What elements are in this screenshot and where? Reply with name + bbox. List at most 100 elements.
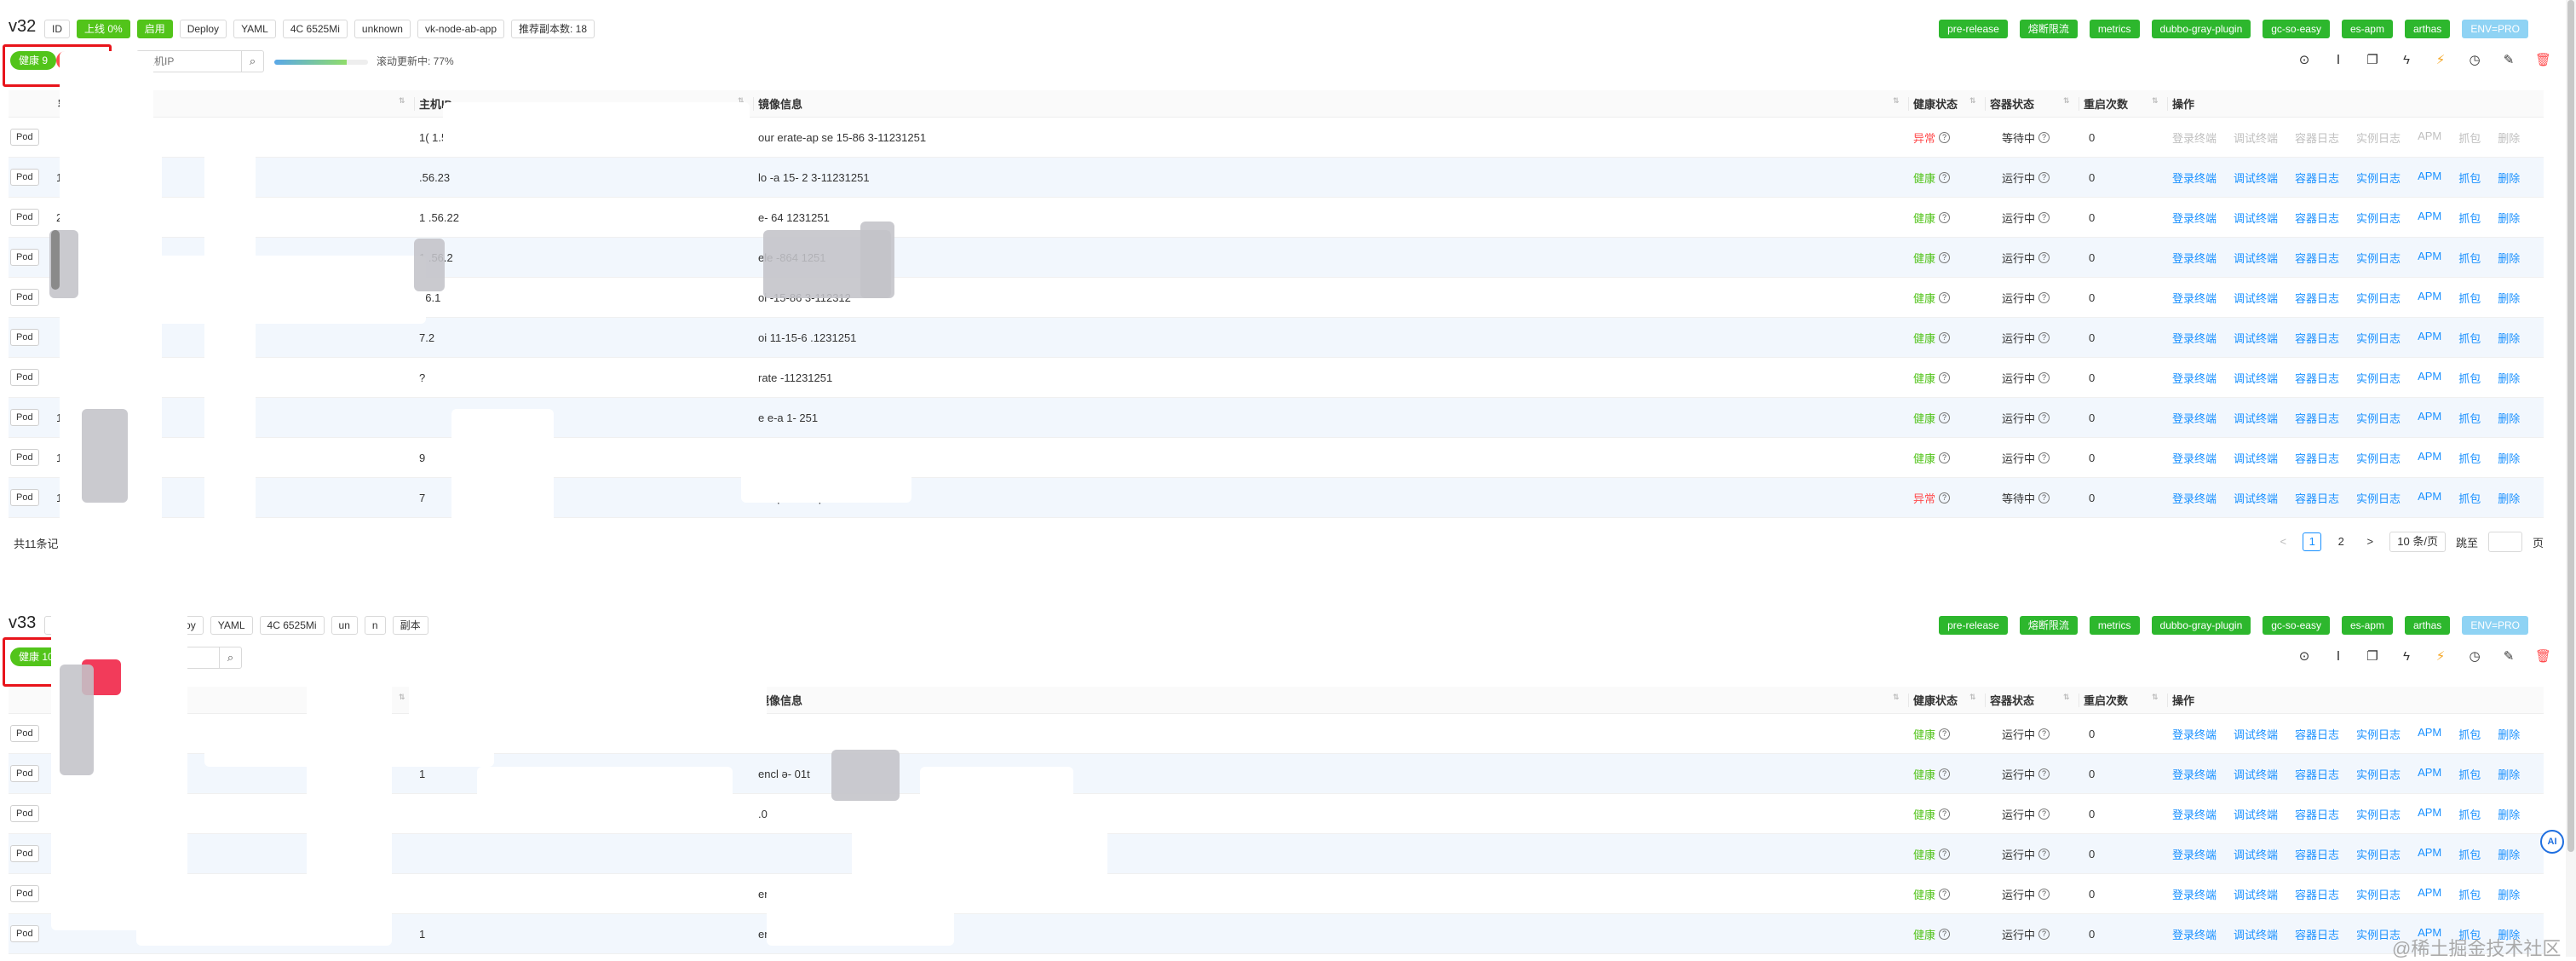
column-header[interactable]: 操作 xyxy=(2172,687,2194,713)
help-icon[interactable]: ? xyxy=(2038,331,2050,343)
action-instance-log[interactable]: 实例日志 xyxy=(2356,250,2401,266)
column-header[interactable]: 健康状态 xyxy=(1913,90,1958,117)
action-delete[interactable]: 删除 xyxy=(2498,330,2520,346)
env-tag[interactable]: 熔断限流 xyxy=(2019,20,2078,38)
search-icon[interactable]: ⌕ xyxy=(241,51,263,72)
bolt-icon[interactable]: ϟ xyxy=(2399,53,2414,68)
bolt-icon[interactable]: ϟ xyxy=(2399,649,2414,665)
env-tag[interactable]: es-apm xyxy=(2341,20,2393,38)
sort-icon[interactable]: ⇅ xyxy=(2152,97,2159,105)
sort-icon[interactable]: ⇅ xyxy=(2152,693,2159,701)
action-login-terminal[interactable]: 登录终端 xyxy=(2172,886,2217,902)
pod-button[interactable]: Pod xyxy=(10,925,39,942)
help-icon[interactable]: ? xyxy=(2038,291,2050,303)
help-icon[interactable]: ? xyxy=(2038,768,2050,780)
action-capture[interactable]: 抓包 xyxy=(2458,170,2481,186)
pod-button[interactable]: Pod xyxy=(10,209,39,226)
action-instance-log[interactable]: 实例日志 xyxy=(2356,846,2401,862)
action-apm[interactable]: APM xyxy=(2418,806,2441,822)
action-delete[interactable]: 删除 xyxy=(2498,210,2520,226)
sort-icon[interactable]: ⇅ xyxy=(2063,693,2070,701)
action-capture[interactable]: 抓包 xyxy=(2458,290,2481,306)
trash-icon[interactable]: 🗑 xyxy=(2535,649,2551,665)
edit-icon[interactable]: ✎ xyxy=(2501,649,2516,665)
prev-page-button[interactable]: < xyxy=(2274,532,2292,551)
action-delete[interactable]: 删除 xyxy=(2498,370,2520,386)
env-tag[interactable]: ENV=PRO xyxy=(2462,616,2528,635)
pod-button[interactable]: Pod xyxy=(10,369,39,386)
action-debug-terminal[interactable]: 调试终端 xyxy=(2234,726,2278,742)
action-container-log[interactable]: 容器日志 xyxy=(2295,726,2339,742)
action-apm[interactable]: APM xyxy=(2418,766,2441,782)
action-container-log[interactable]: 容器日志 xyxy=(2295,450,2339,466)
action-container-log[interactable]: 容器日志 xyxy=(2295,806,2339,822)
column-header[interactable]: 操作 xyxy=(2172,90,2194,117)
action-delete[interactable]: 删除 xyxy=(2498,806,2520,822)
action-login-terminal[interactable]: 登录终端 xyxy=(2172,806,2217,822)
text-cursor-icon[interactable]: Ⅰ xyxy=(2331,649,2346,665)
action-capture[interactable]: 抓包 xyxy=(2458,766,2481,782)
env-tag[interactable]: 熔断限流 xyxy=(2019,616,2078,635)
action-container-log[interactable]: 容器日志 xyxy=(2295,290,2339,306)
help-icon[interactable]: ? xyxy=(2038,411,2050,423)
column-header[interactable]: 健康状态 xyxy=(1913,687,1958,713)
pod-button[interactable]: Pod xyxy=(10,725,39,742)
help-icon[interactable]: ? xyxy=(2038,888,2050,900)
help-icon[interactable]: ? xyxy=(1939,211,1951,223)
action-instance-log[interactable]: 实例日志 xyxy=(2356,330,2401,346)
action-capture[interactable]: 抓包 xyxy=(2458,846,2481,862)
action-container-log[interactable]: 容器日志 xyxy=(2295,370,2339,386)
action-capture[interactable]: 抓包 xyxy=(2458,210,2481,226)
action-debug-terminal[interactable]: 调试终端 xyxy=(2234,490,2278,506)
action-login-terminal[interactable]: 登录终端 xyxy=(2172,766,2217,782)
action-login-terminal[interactable]: 登录终端 xyxy=(2172,726,2217,742)
help-icon[interactable]: ? xyxy=(2038,928,2050,940)
action-debug-terminal[interactable]: 调试终端 xyxy=(2234,250,2278,266)
action-instance-log[interactable]: 实例日志 xyxy=(2356,290,2401,306)
action-login-terminal[interactable]: 登录终端 xyxy=(2172,370,2217,386)
jump-page-input[interactable] xyxy=(2487,532,2522,552)
action-debug-terminal[interactable]: 调试终端 xyxy=(2234,886,2278,902)
sort-icon[interactable]: ⇅ xyxy=(2063,97,2070,105)
help-icon[interactable]: ? xyxy=(1939,768,1951,780)
play-circle-icon[interactable]: ⊙ xyxy=(2297,53,2312,68)
search-icon[interactable]: ⌕ xyxy=(219,647,241,668)
action-apm[interactable]: APM xyxy=(2418,370,2441,386)
version-tag[interactable]: Deploy xyxy=(179,20,227,38)
page-size-select[interactable]: 10 条/页 xyxy=(2389,532,2446,552)
sort-icon[interactable]: ⇅ xyxy=(399,97,405,105)
flash-icon[interactable]: ⚡ xyxy=(2433,53,2448,68)
help-icon[interactable]: ? xyxy=(1939,131,1951,143)
sort-icon[interactable]: ⇅ xyxy=(1893,97,1900,105)
action-login-terminal[interactable]: 登录终端 xyxy=(2172,846,2217,862)
action-apm[interactable]: APM xyxy=(2418,250,2441,266)
action-login-terminal[interactable]: 登录终端 xyxy=(2172,490,2217,506)
page-1[interactable]: 1 xyxy=(2303,532,2322,551)
ai-assistant-button[interactable]: AI xyxy=(2540,830,2564,854)
action-delete[interactable]: 删除 xyxy=(2498,250,2520,266)
action-apm[interactable]: APM xyxy=(2418,210,2441,226)
column-header[interactable]: 重启次数 xyxy=(2084,687,2128,713)
action-container-log[interactable]: 容器日志 xyxy=(2295,210,2339,226)
pod-button[interactable]: Pod xyxy=(10,249,39,266)
action-instance-log[interactable]: 实例日志 xyxy=(2356,490,2401,506)
version-tag[interactable]: YAML xyxy=(210,616,253,635)
action-capture[interactable]: 抓包 xyxy=(2458,410,2481,426)
action-container-log[interactable]: 容器日志 xyxy=(2295,926,2339,942)
flash-icon[interactable]: ⚡ xyxy=(2433,649,2448,665)
action-debug-terminal[interactable]: 调试终端 xyxy=(2234,806,2278,822)
help-icon[interactable]: ? xyxy=(1939,452,1951,463)
action-instance-log[interactable]: 实例日志 xyxy=(2356,450,2401,466)
action-capture[interactable]: 抓包 xyxy=(2458,490,2481,506)
action-debug-terminal[interactable]: 调试终端 xyxy=(2234,450,2278,466)
env-tag[interactable]: es-apm xyxy=(2341,616,2393,635)
env-tag[interactable]: pre-release xyxy=(1939,20,2008,38)
help-icon[interactable]: ? xyxy=(1939,171,1951,183)
action-instance-log[interactable]: 实例日志 xyxy=(2356,370,2401,386)
action-capture[interactable]: 抓包 xyxy=(2458,726,2481,742)
action-capture[interactable]: 抓包 xyxy=(2458,886,2481,902)
trash-icon[interactable]: 🗑 xyxy=(2535,53,2551,68)
env-tag[interactable]: pre-release xyxy=(1939,616,2008,635)
action-apm[interactable]: APM xyxy=(2418,170,2441,186)
action-container-log[interactable]: 容器日志 xyxy=(2295,766,2339,782)
